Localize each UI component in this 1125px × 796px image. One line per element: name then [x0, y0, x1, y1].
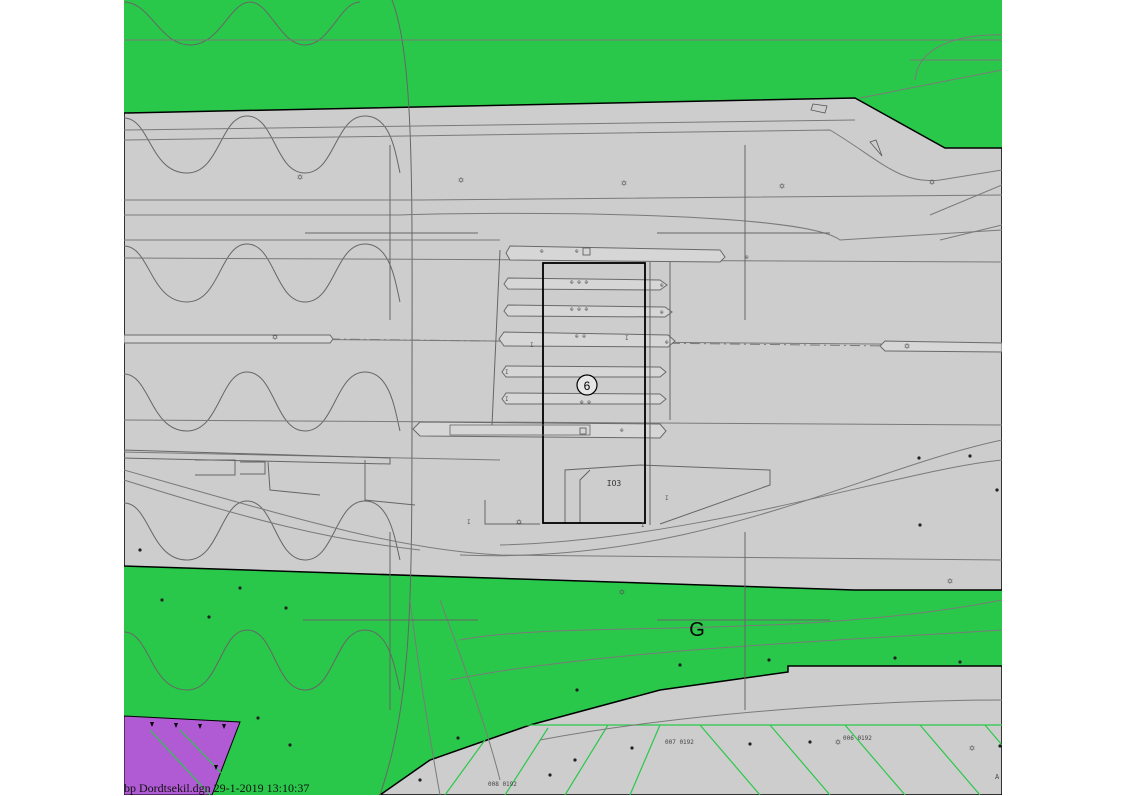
svg-text:I: I [505, 369, 509, 376]
svg-text:✡: ✡ [458, 176, 465, 185]
svg-text:⊕ ⊕: ⊕ ⊕ [580, 399, 591, 406]
svg-text:✡: ✡ [297, 173, 304, 182]
svg-text:I: I [505, 396, 509, 403]
svg-text:✡: ✡ [904, 342, 911, 351]
svg-text:✡: ✡ [272, 333, 279, 342]
svg-text:⊕ ⊕ ⊕: ⊕ ⊕ ⊕ [570, 306, 588, 313]
svg-text:✡: ✡ [969, 744, 976, 753]
svg-text:I: I [530, 342, 534, 349]
svg-text:⊕: ⊕ [620, 427, 624, 434]
svg-text:⊕: ⊕ [575, 248, 579, 255]
svg-text:I: I [641, 522, 645, 529]
svg-text:I: I [467, 519, 471, 526]
svg-text:I: I [665, 495, 669, 502]
svg-text:✡: ✡ [621, 179, 628, 188]
svg-text:✡: ✡ [929, 178, 936, 187]
parcel-label: 007 0192 [665, 739, 694, 746]
svg-text:⊕: ⊕ [660, 309, 664, 316]
file-footer: bp Dordtsekil.dgn 29-1-2019 13:10:37 [124, 781, 310, 795]
parcel-label: 006 0192 [843, 735, 872, 742]
svg-text:⊕: ⊕ [540, 248, 544, 255]
svg-text:✡: ✡ [835, 738, 842, 747]
svg-text:✡: ✡ [619, 588, 626, 597]
svg-text:✡: ✡ [516, 518, 523, 527]
svg-text:⊕: ⊕ [745, 254, 749, 261]
svg-text:⊕: ⊕ [660, 282, 664, 289]
svg-text:✡: ✡ [779, 182, 786, 191]
building-label: IO3 [607, 479, 622, 488]
zone-label: G [689, 619, 705, 641]
parcel-label: 008 0192 [488, 781, 517, 788]
plot-number-label: 6 [584, 379, 591, 393]
zoning-map: ✡ ✡ ✡ ✡ ✡ ✡ ✡ ✡ ✡ ✡ ✡ ✡ ⊕ ⊕ ⊕ ⊕ ⊕ ⊕ ⊕ ⊕ ⊕ ⊕ ⊕ ⊕ ⊕ ⊕… [124, 0, 1002, 795]
svg-text:I: I [625, 335, 629, 342]
svg-text:✡: ✡ [947, 577, 954, 586]
svg-text:⊕: ⊕ [665, 339, 669, 346]
svg-text:⊕ ⊕: ⊕ ⊕ [575, 333, 586, 340]
svg-text:⊕ ⊕ ⊕: ⊕ ⊕ ⊕ [570, 279, 588, 286]
